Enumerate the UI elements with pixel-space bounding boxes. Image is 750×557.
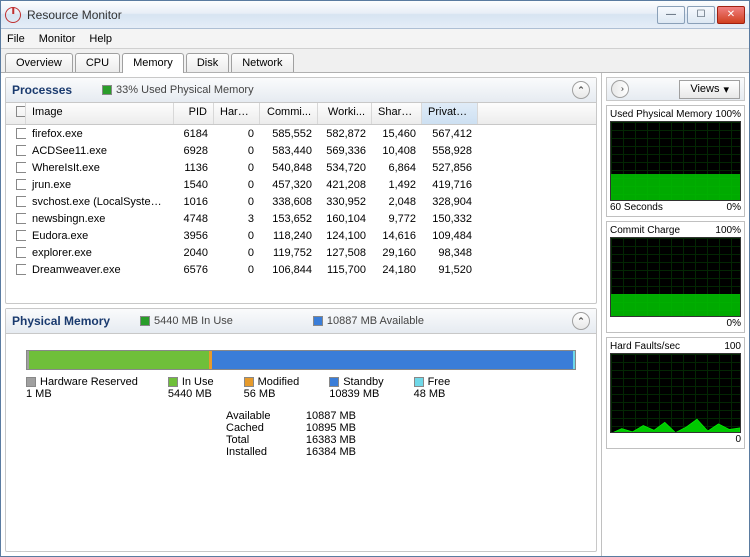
col-image[interactable]: Image: [26, 103, 174, 124]
row-checkbox[interactable]: [16, 213, 26, 224]
table-row[interactable]: jrun.exe15400457,320421,2081,492419,716: [6, 176, 596, 193]
processes-table[interactable]: Image PID Hard F... Commi... Worki... Sh…: [6, 103, 596, 303]
col-hardfaults[interactable]: Hard F...: [214, 103, 260, 124]
select-all-checkbox[interactable]: [16, 106, 26, 117]
app-icon: [5, 7, 21, 23]
stat-available: Available: [226, 410, 286, 422]
close-button[interactable]: ✕: [717, 6, 745, 24]
row-checkbox[interactable]: [16, 230, 26, 241]
menu-help[interactable]: Help: [89, 33, 112, 45]
window-title: Resource Monitor: [27, 8, 657, 22]
legend-free-value: 48 MB: [414, 388, 446, 400]
processes-summary: 33% Used Physical Memory: [116, 84, 254, 96]
row-checkbox[interactable]: [16, 145, 26, 156]
collapse-physmem-button[interactable]: ⌃: [572, 312, 590, 330]
graph1-min: 0%: [727, 202, 741, 213]
legend-hardware: Hardware Reserved: [40, 376, 138, 388]
chevron-down-icon: ▾: [723, 83, 729, 96]
table-row[interactable]: svchost.exe (LocalSystemNet...10160338,6…: [6, 193, 596, 210]
graphs-pane: ⌃ Views▾ Used Physical Memory100% 60 Sec…: [601, 73, 749, 556]
minimize-button[interactable]: —: [657, 6, 685, 24]
tab-overview[interactable]: Overview: [5, 53, 73, 72]
table-row[interactable]: explorer.exe20400119,752127,50829,16098,…: [6, 244, 596, 261]
graph-used-memory: Used Physical Memory100% 60 Seconds 0%: [606, 105, 745, 217]
col-private[interactable]: Private ...: [422, 103, 478, 124]
row-checkbox[interactable]: [16, 247, 26, 258]
graph-hard-faults: Hard Faults/sec 100 0: [606, 337, 745, 449]
legend-hardware-value: 1 MB: [26, 388, 52, 400]
table-row[interactable]: newsbingn.exe47483153,652160,1049,772150…: [6, 210, 596, 227]
graph3-max: 100: [724, 341, 741, 352]
stat-installed: Installed: [226, 446, 286, 458]
table-row[interactable]: WhereIsIt.exe11360540,848534,7206,864527…: [6, 159, 596, 176]
maximize-button[interactable]: ☐: [687, 6, 715, 24]
table-row[interactable]: Eudora.exe39560118,240124,10014,616109,4…: [6, 227, 596, 244]
legend-standby: Standby: [343, 376, 383, 388]
graph2-title: Commit Charge: [610, 225, 680, 236]
col-shareable[interactable]: Sharea...: [372, 103, 422, 124]
tab-network[interactable]: Network: [231, 53, 293, 72]
legend-inuse: In Use: [182, 376, 214, 388]
legend-inuse-value: 5440 MB: [168, 388, 212, 400]
graph1-xlabel: 60 Seconds: [610, 202, 663, 213]
row-checkbox[interactable]: [16, 162, 26, 173]
physical-memory-panel: Physical Memory 5440 MB In Use 10887 MB …: [5, 308, 597, 552]
stat-total: Total: [226, 434, 286, 446]
table-row[interactable]: firefox.exe61840585,552582,87215,460567,…: [6, 125, 596, 142]
row-checkbox[interactable]: [16, 128, 26, 139]
title-bar: Resource Monitor — ☐ ✕: [1, 1, 749, 29]
physmem-inuse: 5440 MB In Use: [154, 315, 233, 327]
col-pid[interactable]: PID: [174, 103, 214, 124]
col-commit[interactable]: Commi...: [260, 103, 318, 124]
graph3-title: Hard Faults/sec: [610, 341, 680, 352]
graph1-title: Used Physical Memory: [610, 109, 712, 120]
stat-available-value: 10887 MB: [286, 410, 356, 422]
legend-modified-value: 56 MB: [244, 388, 276, 400]
views-label: Views: [690, 83, 719, 95]
memory-bar: [26, 350, 576, 370]
col-working[interactable]: Worki...: [318, 103, 372, 124]
collapse-processes-button[interactable]: ⌃: [572, 81, 590, 99]
row-checkbox[interactable]: [16, 196, 26, 207]
menu-monitor[interactable]: Monitor: [39, 33, 76, 45]
physmem-title: Physical Memory: [12, 314, 110, 328]
menu-bar: File Monitor Help: [1, 29, 749, 49]
table-header: Image PID Hard F... Commi... Worki... Sh…: [6, 103, 596, 125]
graph3-min: 0: [735, 434, 741, 445]
graph2-min: 0%: [727, 318, 741, 329]
stat-total-value: 16383 MB: [286, 434, 356, 446]
views-button[interactable]: Views ▾: [679, 80, 740, 99]
processes-title: Processes: [12, 83, 72, 97]
table-row[interactable]: ACDSee11.exe69280583,440569,33610,408558…: [6, 142, 596, 159]
stat-installed-value: 16384 MB: [286, 446, 356, 458]
tab-memory[interactable]: Memory: [122, 53, 184, 73]
graph-commit-charge: Commit Charge 100% 0%: [606, 221, 745, 333]
physmem-avail: 10887 MB Available: [327, 315, 424, 327]
tab-disk[interactable]: Disk: [186, 53, 229, 72]
table-row[interactable]: Dreamweaver.exe65760106,844115,70024,180…: [6, 261, 596, 278]
expand-graphs-button[interactable]: ⌃: [611, 80, 629, 98]
row-checkbox[interactable]: [16, 179, 26, 190]
memory-stats: Available10887 MB Cached10895 MB Total16…: [226, 410, 596, 468]
tab-strip: Overview CPU Memory Disk Network: [1, 49, 749, 73]
menu-file[interactable]: File: [7, 33, 25, 45]
tab-cpu[interactable]: CPU: [75, 53, 120, 72]
legend-standby-value: 10839 MB: [329, 388, 379, 400]
memory-legend: Hardware Reserved1 MB In Use5440 MB Modi…: [6, 376, 596, 410]
graph2-max: 100%: [715, 225, 741, 236]
stat-cached: Cached: [226, 422, 286, 434]
graph1-max: 100%: [715, 109, 741, 120]
processes-panel: Processes 33% Used Physical Memory ⌃ Ima…: [5, 77, 597, 304]
stat-cached-value: 10895 MB: [286, 422, 356, 434]
row-checkbox[interactable]: [16, 264, 26, 275]
legend-modified: Modified: [258, 376, 300, 388]
legend-free: Free: [428, 376, 451, 388]
